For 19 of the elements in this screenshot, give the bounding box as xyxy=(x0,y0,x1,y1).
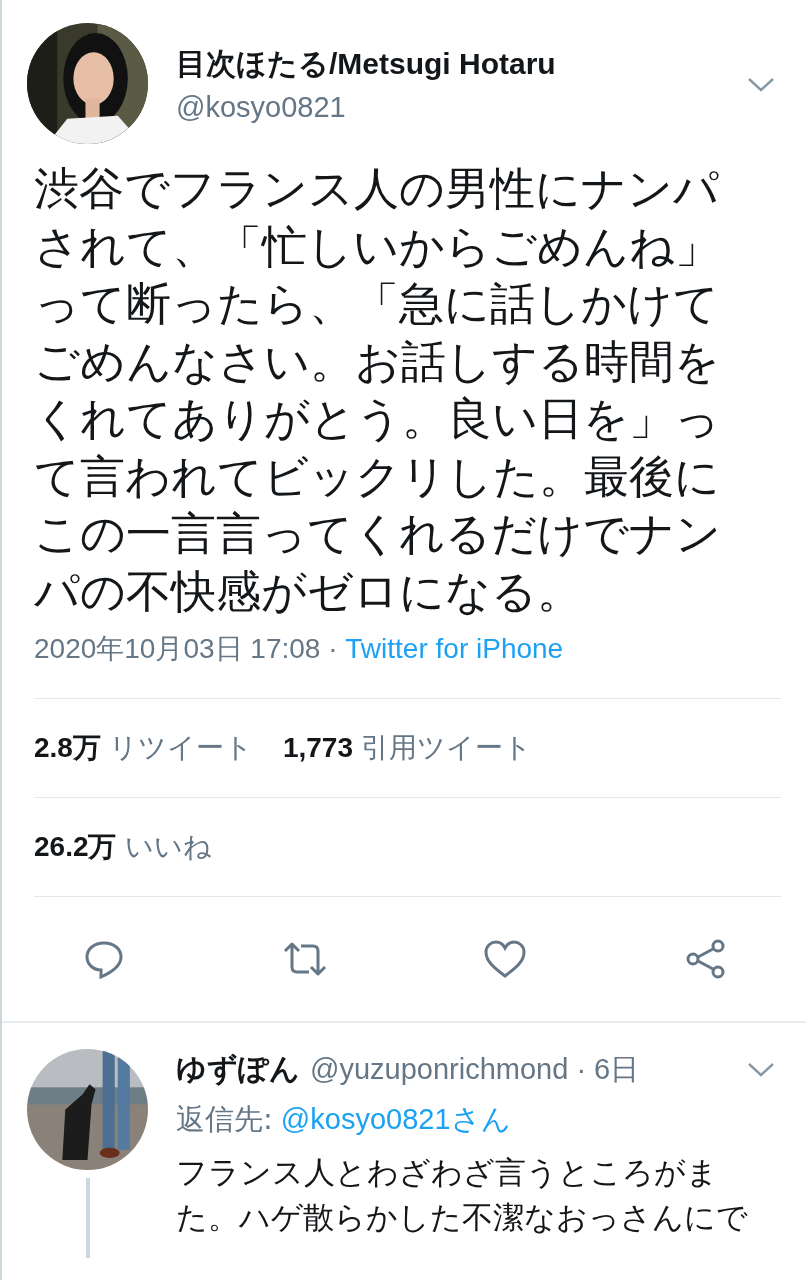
mention-link[interactable]: @kosyo0821さん xyxy=(280,1103,511,1135)
reply-to-label: 返信先: xyxy=(176,1102,273,1136)
user-handle[interactable]: @kosyo0821 xyxy=(176,90,556,124)
reply-text: フランス人とわざわざ言うところがま た。ハゲ散らかした不潔なおっさんにで xyxy=(176,1153,749,1237)
tweet-text: 渋谷でフランス人の男性にナンパ されて、「忙しいからごめんね」 って断ったら、「急に話しかけて ごめんなさい。お話しする時間を くれてありがとう。良い日を」っ て言われてビックリした。最後に この一言言ってくれるだけでナン パの不快感がゼロになる。 xyxy=(34,161,722,620)
stat-count[interactable]: 1,773 xyxy=(282,732,353,763)
chevron-down-icon[interactable] xyxy=(748,1062,774,1077)
stat-count[interactable]: 2.8万 xyxy=(34,732,101,763)
user-handle[interactable]: @yuzuponrichmond · 6日 xyxy=(310,1049,640,1090)
like-count[interactable]: 26.2万 xyxy=(34,831,117,862)
user-name[interactable]: ゆずぽん xyxy=(176,1049,300,1090)
like-label[interactable]: いいね xyxy=(124,831,212,862)
timestamp: 2020年10月03日 17:08 · xyxy=(34,633,339,664)
stat-label[interactable]: 引用ツイート xyxy=(361,732,532,763)
chevron-down-icon[interactable] xyxy=(748,78,774,92)
heart-icon[interactable] xyxy=(483,939,528,979)
source-link[interactable]: Twitter for iPhone xyxy=(345,633,564,664)
stat-label[interactable]: リツイート xyxy=(108,732,253,763)
user-name[interactable]: 目次ほたる/Metsugi Hotaru xyxy=(176,43,556,85)
